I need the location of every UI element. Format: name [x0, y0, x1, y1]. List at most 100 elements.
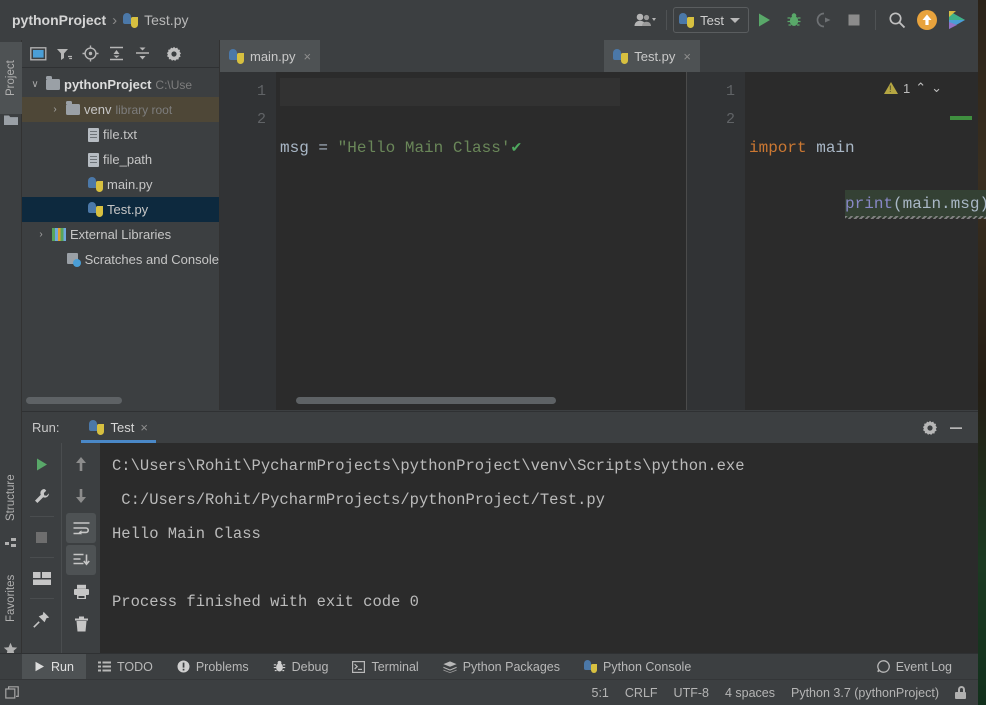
editor-horizontal-scrollbar[interactable] — [296, 397, 556, 404]
tree-item-label: file.txt — [103, 127, 137, 142]
bottom-tab-terminal[interactable]: Terminal — [340, 654, 430, 680]
chevron-right-icon[interactable]: › — [48, 104, 62, 115]
locate-icon[interactable] — [78, 42, 102, 66]
user-icon[interactable] — [630, 5, 660, 35]
bottom-tab-run[interactable]: Run — [22, 654, 86, 680]
status-bar: 5:1 CRLF UTF-8 4 spaces Python 3.7 (pyth… — [0, 679, 978, 705]
tab-strip-gap-right — [700, 40, 978, 72]
tree-item-venv[interactable]: › venv library root — [22, 97, 219, 122]
scroll-end-icon[interactable] — [66, 545, 96, 575]
code-content-test-py[interactable]: import main print(main.msg) — [749, 78, 978, 246]
run-console-output[interactable]: C:\Users\Rohit\PycharmProjects\pythonPro… — [100, 443, 978, 653]
console-line: C:/Users/Rohit/PycharmProjects/pythonPro… — [112, 483, 978, 517]
editor-tab-main-py[interactable]: main.py × — [220, 40, 320, 72]
line-separator[interactable]: CRLF — [625, 686, 658, 700]
bottom-tab-python-packages[interactable]: Python Packages — [431, 654, 572, 680]
tree-item-pythonproject[interactable]: ∨ pythonProject C:\Use — [22, 72, 219, 97]
sidebar-item-structure[interactable]: Structure — [0, 460, 22, 536]
trash-icon[interactable] — [66, 609, 96, 639]
gear-icon[interactable] — [162, 42, 186, 66]
bottom-tab-label: Problems — [196, 660, 249, 674]
run-with-coverage-button[interactable] — [809, 5, 839, 35]
printer-icon[interactable] — [66, 577, 96, 607]
tree-item-label: file_path — [103, 152, 152, 167]
stop-button[interactable] — [27, 522, 57, 552]
pin-icon[interactable] — [27, 604, 57, 634]
filter-icon[interactable] — [52, 42, 76, 66]
update-icon[interactable] — [912, 5, 942, 35]
code-token-variable: msg — [280, 139, 309, 157]
folder-icon — [46, 79, 60, 90]
breadcrumb[interactable]: pythonProject › Test.py — [0, 12, 188, 29]
rerun-button[interactable] — [27, 449, 57, 479]
chevron-up-icon[interactable]: ⌃ — [915, 80, 926, 96]
search-icon[interactable] — [882, 5, 912, 35]
close-icon[interactable]: × — [304, 49, 312, 64]
debug-button[interactable] — [779, 5, 809, 35]
bottom-bar-corner — [0, 654, 22, 680]
terminal-icon — [352, 661, 365, 673]
run-configuration-selector[interactable]: Test — [673, 7, 749, 33]
close-icon[interactable]: × — [683, 49, 691, 64]
event-log-button[interactable]: Event Log — [865, 654, 964, 680]
editor-pane-test-py[interactable]: 1 2 import main print(main.msg) 1 ⌃ ⌄ — [687, 72, 978, 410]
inspection-widget[interactable]: 1 ⌃ ⌄ — [884, 80, 942, 96]
arrow-up-icon[interactable] — [66, 449, 96, 479]
select-opened-file-icon[interactable] — [26, 42, 50, 66]
tree-item-test-py[interactable]: Test.py — [22, 197, 219, 222]
run-button[interactable] — [749, 5, 779, 35]
editor-tab-test-py[interactable]: Test.py × — [604, 40, 700, 72]
collapse-all-icon[interactable] — [130, 42, 154, 66]
tree-item-label: Test.py — [107, 202, 148, 217]
tree-item-file-txt[interactable]: file.txt — [22, 122, 219, 147]
status-bar-toggle-icon[interactable] — [0, 686, 24, 700]
soft-wrap-icon[interactable] — [66, 513, 96, 543]
file-encoding[interactable]: UTF-8 — [674, 686, 709, 700]
tree-item-label: Scratches and Console — [85, 252, 219, 267]
chevron-right-icon[interactable]: › — [34, 229, 48, 240]
layout-icon[interactable] — [27, 563, 57, 593]
gear-icon[interactable] — [922, 420, 938, 436]
pycharm-window: pythonProject › Test.py Test — [0, 0, 986, 705]
bottom-tab-label: Run — [51, 660, 74, 674]
python-icon — [88, 202, 103, 217]
editor-pane-main-py[interactable]: 1 2 msg = "Hello Main Class'✔ — [220, 72, 687, 410]
tree-item-main-py[interactable]: main.py — [22, 172, 219, 197]
stop-button[interactable] — [839, 5, 869, 35]
bottom-tab-debug[interactable]: Debug — [261, 654, 341, 680]
bottom-tab-python-console[interactable]: Python Console — [572, 654, 703, 680]
tree-item-file-path[interactable]: file_path — [22, 147, 219, 172]
project-panel-horizontal-scrollbar[interactable] — [26, 397, 122, 404]
close-icon[interactable]: × — [140, 420, 148, 435]
bottom-tab-problems[interactable]: Problems — [165, 654, 261, 680]
python-icon — [123, 13, 138, 28]
chevron-down-icon[interactable]: ⌄ — [931, 80, 942, 96]
breadcrumb-project[interactable]: pythonProject — [12, 12, 106, 28]
minimize-icon[interactable] — [948, 420, 964, 436]
tree-item-scratches-and-consoles[interactable]: Scratches and Console — [22, 247, 219, 272]
sidebar-item-project[interactable]: Project — [0, 42, 22, 114]
indent-setting[interactable]: 4 spaces — [725, 686, 775, 700]
line-number: 2 — [220, 106, 266, 134]
chevron-down-icon[interactable]: ∨ — [28, 79, 42, 90]
breadcrumb-file[interactable]: Test.py — [144, 12, 188, 28]
tree-item-external-libraries[interactable]: › External Libraries — [22, 222, 219, 247]
code-content-main-py[interactable]: msg = "Hello Main Class'✔ — [280, 78, 686, 302]
arrow-down-icon[interactable] — [66, 481, 96, 511]
python-icon — [229, 49, 244, 64]
run-panel-label: Run: — [22, 420, 59, 435]
expand-all-icon[interactable] — [104, 42, 128, 66]
code-token-function: print — [845, 195, 893, 213]
bottom-tab-todo[interactable]: TODO — [86, 654, 165, 680]
status-bar-items: 5:1 CRLF UTF-8 4 spaces Python 3.7 (pyth… — [592, 686, 979, 700]
run-panel-toolbar — [22, 443, 100, 653]
run-tab-test[interactable]: Test × — [81, 412, 155, 443]
tree-item-meta: library root — [115, 103, 172, 117]
sidebar-item-favorites[interactable]: Favorites — [0, 556, 22, 640]
run-panel-body: C:\Users\Rohit\PycharmProjects\pythonPro… — [22, 443, 978, 653]
colorful-icon[interactable] — [942, 5, 972, 35]
unlocked-icon[interactable] — [955, 686, 966, 699]
python-interpreter[interactable]: Python 3.7 (pythonProject) — [791, 686, 939, 700]
caret-position[interactable]: 5:1 — [592, 686, 609, 700]
wrench-icon[interactable] — [27, 481, 57, 511]
